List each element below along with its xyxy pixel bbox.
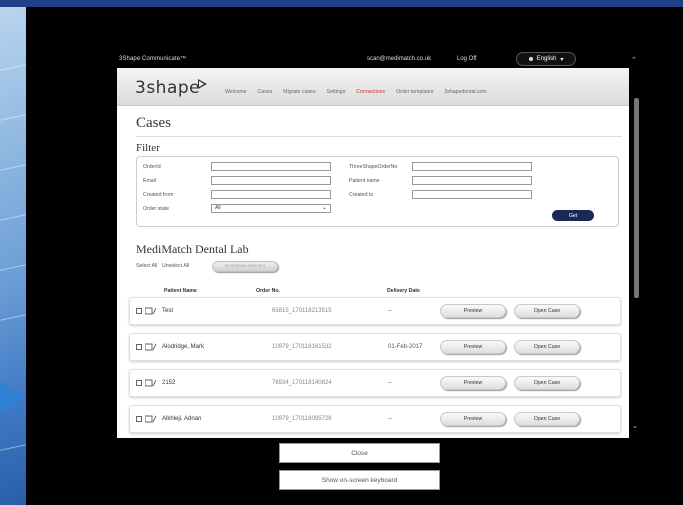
window-header: 3Shape Communicate™ scan@medimatch.co.uk… — [111, 48, 641, 70]
patient-name: Test — [162, 308, 174, 314]
logo-triangle-inner — [199, 81, 204, 87]
table-row: 2152 76934_170118140824 -- Preview Open … — [129, 369, 621, 397]
logoff-link[interactable]: Log Off — [457, 56, 477, 62]
chevron-down-icon: ▾ — [560, 56, 564, 63]
page-title: Cases — [136, 115, 171, 131]
created-to-label: Created to — [349, 192, 374, 198]
screen: 3Shape Communicate™ scan@medimatch.co.uk… — [0, 0, 683, 505]
order-state-value: All — [215, 205, 221, 211]
open-case-button[interactable]: Open Case — [514, 412, 580, 426]
unselect-all-link[interactable]: Unselect All — [162, 263, 189, 269]
scroll-down-icon[interactable]: ⌄ — [632, 422, 638, 430]
delivery-date: -- — [388, 380, 392, 386]
close-button[interactable]: Close — [279, 443, 440, 463]
vertical-scrollbar[interactable] — [632, 68, 641, 438]
case-icon — [145, 343, 157, 351]
desktop-line — [0, 114, 26, 121]
filter-panel: OrderId Email Created from Order state A… — [136, 156, 619, 227]
scrollbar-thumb[interactable] — [634, 98, 639, 298]
language-label: English — [536, 56, 557, 62]
table-row: Test 65815_170118213515 -- Preview Open … — [129, 297, 621, 325]
table-row: Alodridge, Mark 10979_170118161532 01-Fe… — [129, 333, 621, 361]
top-nav: 3shape Welcome Cases Migrate cases Setti… — [117, 68, 629, 106]
order-number: 65815_170118213515 — [272, 308, 332, 314]
open-case-button[interactable]: Open Case — [514, 376, 580, 390]
preview-button[interactable]: Preview — [440, 412, 506, 426]
desktop-line — [0, 214, 26, 221]
table-row: Alkhleji, Adnan 10979_170118095726 -- Pr… — [129, 405, 621, 433]
header-delivery-date: Delivery Date — [387, 288, 420, 294]
nav-connections[interactable]: Connections — [356, 89, 385, 95]
header-order-no: Order No. — [256, 288, 280, 294]
title-divider — [136, 136, 622, 137]
case-icon — [145, 307, 157, 315]
header-patient-name: Patient Name — [164, 288, 197, 294]
language-select[interactable]: English ▾ — [516, 52, 576, 66]
tso-label: ThreeShapeOrderNo — [349, 164, 398, 170]
email-input[interactable] — [211, 176, 331, 185]
patient-name: Alkhleji, Adnan — [162, 416, 202, 422]
logo: 3shape — [135, 78, 201, 98]
order-number: 76934_170118140824 — [272, 380, 332, 386]
desktop-arrow-icon — [0, 382, 26, 414]
top-band — [0, 0, 683, 7]
row-checkbox[interactable] — [136, 308, 142, 314]
delivery-date: -- — [388, 308, 392, 314]
nav-welcome[interactable]: Welcome — [225, 89, 247, 95]
chevron-down-icon: ⌄ — [321, 205, 327, 211]
patient-name-label: Patient name — [349, 178, 380, 184]
nav-settings[interactable]: Settings — [327, 89, 346, 95]
preview-button[interactable]: Preview — [440, 376, 506, 390]
open-case-button[interactable]: Open Case — [514, 340, 580, 354]
app-window: 3Shape Communicate™ scan@medimatch.co.uk… — [111, 48, 641, 438]
preview-button[interactable]: Preview — [440, 304, 506, 318]
desktop-line — [0, 64, 26, 71]
desktop-line — [0, 444, 26, 451]
case-icon — [145, 415, 157, 423]
desktop-background — [0, 7, 26, 505]
email-label: Email — [143, 178, 156, 184]
row-checkbox[interactable] — [136, 380, 142, 386]
page-content: 3shape Welcome Cases Migrate cases Setti… — [117, 68, 629, 438]
order-number: 10979_170118161532 — [272, 344, 332, 350]
order-state-label: Order state — [143, 206, 169, 212]
desktop-line — [0, 264, 26, 271]
patient-name-input[interactable] — [412, 176, 532, 185]
delivery-date: 01-Feb-2017 — [388, 344, 423, 350]
get-button[interactable]: Get — [552, 210, 594, 221]
created-to-input[interactable] — [412, 190, 532, 199]
row-checkbox[interactable] — [136, 344, 142, 350]
desktop-line — [0, 164, 26, 171]
order-number: 10979_170118095726 — [272, 416, 332, 422]
order-state-select[interactable]: All ⌄ — [211, 204, 331, 213]
patient-name: Alodridge, Mark — [162, 344, 205, 350]
scroll-up-icon[interactable]: ⌃ — [631, 56, 637, 64]
created-from-input[interactable] — [211, 190, 331, 199]
select-all-link[interactable]: Select All — [136, 263, 157, 269]
order-id-input[interactable] — [211, 162, 331, 171]
download-selected-button[interactable]: Download selected — [212, 261, 278, 272]
nav-links: Welcome Cases Migrate cases Settings Con… — [225, 89, 487, 95]
tso-input[interactable] — [412, 162, 532, 171]
desktop-line — [0, 314, 26, 321]
open-case-button[interactable]: Open Case — [514, 304, 580, 318]
show-keyboard-button[interactable]: Show on-screen keyboard — [279, 470, 440, 490]
filter-title: Filter — [136, 142, 160, 154]
delivery-date: -- — [388, 416, 392, 422]
patient-name: 2152 — [162, 380, 176, 386]
nav-3shapedental[interactable]: 3shapedental.com — [444, 89, 486, 95]
nav-cases[interactable]: Cases — [258, 89, 273, 95]
created-from-label: Created from — [143, 192, 174, 198]
user-email[interactable]: scan@medimatch.co.uk — [367, 56, 431, 62]
row-checkbox[interactable] — [136, 416, 142, 422]
nav-order-templates[interactable]: Order templates — [396, 89, 433, 95]
app-name: 3Shape Communicate™ — [119, 56, 187, 62]
preview-button[interactable]: Preview — [440, 340, 506, 354]
order-id-label: OrderId — [143, 164, 161, 170]
nav-migrate-cases[interactable]: Migrate cases — [283, 89, 315, 95]
globe-icon — [528, 57, 533, 61]
case-icon — [145, 379, 157, 387]
lab-title: MediMatch Dental Lab — [136, 242, 249, 256]
